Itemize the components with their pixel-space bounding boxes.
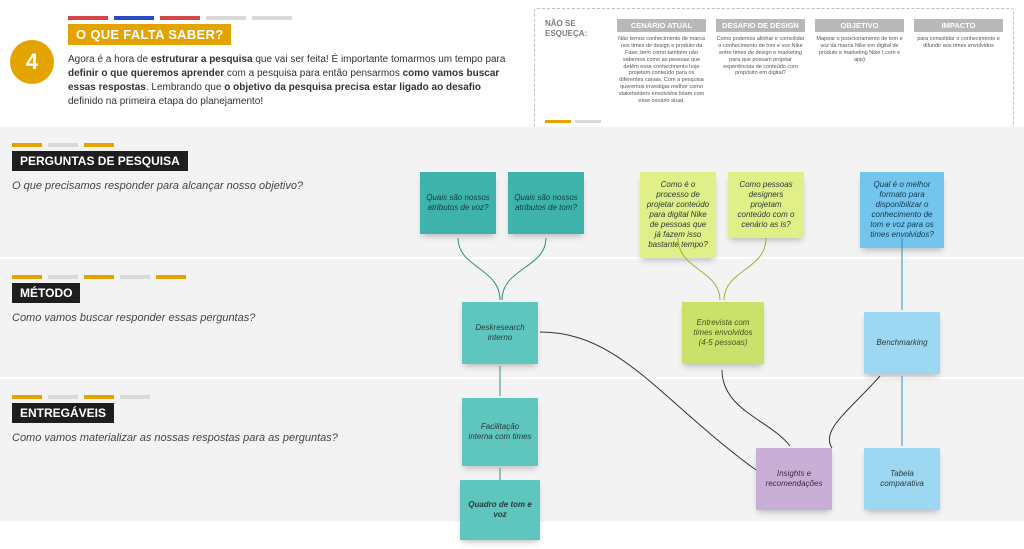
reminder-text: para consolidar o conhecimento e difundi…: [914, 36, 1003, 50]
band-heading: ENTREGÁVEIS: [12, 403, 114, 423]
note-m-bench[interactable]: Benchmarking: [864, 312, 940, 374]
note-q-tom[interactable]: Quais são nossos atributos de tom?: [508, 172, 584, 234]
note-e-quadro[interactable]: Quadro de tom e voz: [460, 480, 540, 540]
intro-paragraph: Agora é a hora de estruturar a pesquisa …: [68, 53, 508, 109]
step-number-badge: 4: [10, 40, 54, 84]
band-heading: PERGUNTAS DE PESQUISA: [12, 151, 188, 171]
band-tabs: [12, 275, 1012, 279]
reminder-desafio: DESAFIO DE DESIGN Como podemos alinhar e…: [716, 19, 805, 105]
reminder-head: DESAFIO DE DESIGN: [716, 19, 805, 32]
note-q-voz[interactable]: Quais são nossos atributos de voz?: [420, 172, 496, 234]
reminder-impacto: IMPACTO para consolidar o conhecimento e…: [914, 19, 1003, 105]
note-q-formato[interactable]: Qual é o melhor formato para disponibili…: [860, 172, 944, 248]
note-q-proc[interactable]: Como é o processo de projetar conteúdo p…: [640, 172, 716, 258]
reminder-head: OBJETIVO: [815, 19, 904, 32]
note-q-design[interactable]: Como pessoas designers projetam conteúdo…: [728, 172, 804, 238]
reminder-text: Não temos conhecimento de marca nos time…: [617, 36, 706, 105]
band-heading: MÉTODO: [12, 283, 80, 303]
reminder-text: Mapear o posicionamento de tom e voz da …: [815, 36, 904, 64]
reminder-footer-tabs: [545, 120, 601, 123]
reminder-objetivo: OBJETIVO Mapear o posicionamento de tom …: [815, 19, 904, 105]
note-m-entrev[interactable]: Entrevista com times envolvidos (4-5 pes…: [682, 302, 764, 364]
band-sub: O que precisamos responder para alcançar…: [12, 179, 372, 194]
note-e-insight[interactable]: Insights e recomendações: [756, 448, 832, 510]
reminder-head: IMPACTO: [914, 19, 1003, 32]
reminder-text: Como podemos alinhar e consolidar o conh…: [716, 36, 805, 77]
reminder-panel: NÃO SE ESQUEÇA: CENÁRIO ATUAL Não temos …: [534, 8, 1014, 130]
band-tabs: [12, 143, 1012, 147]
note-e-fac[interactable]: Facilitação interna com times: [462, 398, 538, 466]
note-e-tabela[interactable]: Tabela comparativa: [864, 448, 940, 510]
band-sub: Como vamos buscar responder essas pergun…: [12, 311, 372, 326]
band-sub: Como vamos materializar as nossas respos…: [12, 431, 372, 446]
intro-color-tabs: [68, 16, 508, 20]
section-title: O QUE FALTA SABER?: [68, 24, 231, 45]
note-m-desk[interactable]: Deskresearch interno: [462, 302, 538, 364]
reminder-label: NÃO SE ESQUEÇA:: [545, 19, 607, 105]
reminder-head: CENÁRIO ATUAL: [617, 19, 706, 32]
reminder-cenario: CENÁRIO ATUAL Não temos conhecimento de …: [617, 19, 706, 105]
